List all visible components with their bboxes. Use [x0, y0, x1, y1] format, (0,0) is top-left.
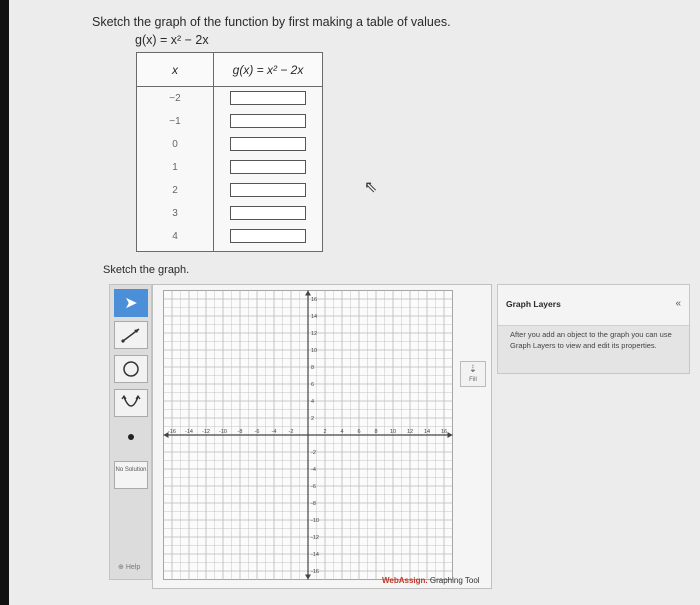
- y-tick-label: -2: [311, 450, 316, 456]
- y-tick-label: -16: [311, 569, 319, 575]
- y-tick-label: -12: [311, 535, 319, 541]
- x-value: 3: [172, 208, 178, 219]
- x-values-cell: −2 −1 0 1 2 3 4: [136, 86, 214, 252]
- y-tick-label: 12: [311, 331, 317, 337]
- help-link[interactable]: ⊕ Help: [118, 563, 140, 571]
- x-tick-label: -16: [168, 429, 176, 435]
- graph-canvas[interactable]: -16 -14 -12 -10 -8 -6 -4 -2 2 4 6 8 10 12 14 16 16 14 12 10…: [152, 284, 492, 589]
- x-column-header: x: [136, 52, 214, 87]
- x-tick-label: -10: [219, 429, 227, 435]
- function-definition: g(x) = x² − 2x: [135, 33, 209, 47]
- y-tick-label: -4: [311, 467, 316, 473]
- g-answer-input[interactable]: [230, 160, 306, 174]
- x-tick-label: 4: [340, 429, 343, 435]
- x-tick-label: 14: [424, 429, 430, 435]
- brand-name: WebAssign.: [382, 576, 428, 585]
- x-value: 1: [172, 162, 178, 173]
- y-tick-label: 2: [311, 416, 314, 422]
- left-edge-bar: [0, 0, 9, 605]
- help-label: Help: [125, 564, 141, 571]
- fill-bucket-icon: ⇣: [468, 364, 478, 375]
- x-tick-label: 12: [407, 429, 413, 435]
- parabola-icon[interactable]: [114, 389, 148, 417]
- y-tick-label: -8: [311, 501, 316, 507]
- x-tick-label: -6: [255, 429, 260, 435]
- y-tick-label: 10: [311, 348, 317, 354]
- x-value: −1: [169, 116, 181, 127]
- point-icon[interactable]: [114, 423, 148, 451]
- y-tick-label: -6: [311, 484, 316, 490]
- fill-label: Fill: [469, 377, 477, 383]
- graph-layers-panel: Graph Layers « After you add an object t…: [497, 284, 690, 374]
- sketch-label: Sketch the graph.: [103, 264, 190, 276]
- x-value: 2: [172, 185, 178, 196]
- x-tick-label: 16: [441, 429, 447, 435]
- y-tick-label: 6: [311, 382, 314, 388]
- coordinate-grid[interactable]: -16 -14 -12 -10 -8 -6 -4 -2 2 4 6 8 10 12 14 16 16 14 12 10…: [153, 285, 493, 590]
- x-tick-label: -2: [289, 429, 294, 435]
- g-answers-cell: [213, 86, 323, 252]
- help-icon: ⊕: [118, 564, 126, 571]
- y-tick-label: -14: [311, 552, 319, 558]
- x-value: 0: [172, 139, 178, 150]
- g-answer-input[interactable]: [230, 137, 306, 151]
- values-table: x g(x) = x² − 2x −2 −1 0 1 2 3 4: [136, 52, 323, 252]
- collapse-panel-icon[interactable]: «: [675, 298, 681, 309]
- y-tick-label: 8: [311, 365, 314, 371]
- fill-button[interactable]: ⇣ Fill: [460, 361, 486, 387]
- g-column-header: g(x) = x² − 2x: [213, 52, 323, 87]
- g-answer-input[interactable]: [230, 91, 306, 105]
- no-solution-button[interactable]: No Solution: [114, 461, 148, 489]
- x-value: −2: [169, 93, 181, 104]
- x-tick-label: 8: [374, 429, 377, 435]
- graph-layers-header: Graph Layers «: [498, 285, 689, 326]
- graph-layers-title: Graph Layers: [506, 299, 561, 309]
- y-tick-label: 14: [311, 314, 317, 320]
- x-tick-label: -8: [238, 429, 243, 435]
- g-answer-input[interactable]: [230, 183, 306, 197]
- y-tick-label: 4: [311, 399, 314, 405]
- brand-tool: Graphing Tool: [429, 576, 480, 585]
- line-segment-icon[interactable]: [114, 321, 148, 349]
- x-tick-label: -12: [202, 429, 210, 435]
- y-tick-label: 16: [311, 297, 317, 303]
- graph-toolbox: ➤ No Solution ⊕ Help: [109, 284, 152, 580]
- g-answer-input[interactable]: [230, 229, 306, 243]
- g-answer-input[interactable]: [230, 206, 306, 220]
- x-tick-label: 2: [323, 429, 326, 435]
- graph-layers-description: After you add an object to the graph you…: [510, 330, 672, 350]
- x-tick-label: 6: [357, 429, 360, 435]
- y-tick-label: -10: [311, 518, 319, 524]
- g-answer-input[interactable]: [230, 114, 306, 128]
- circle-icon[interactable]: [114, 355, 148, 383]
- problem-prompt: Sketch the graph of the function by firs…: [92, 15, 451, 29]
- x-tick-label: 10: [390, 429, 396, 435]
- pointer-icon[interactable]: ➤: [114, 289, 148, 317]
- webassign-branding: WebAssign. Graphing Tool: [382, 576, 480, 585]
- x-value: 4: [172, 231, 178, 242]
- x-tick-label: -14: [185, 429, 193, 435]
- mouse-cursor-icon: ⇖: [364, 179, 378, 196]
- x-tick-label: -4: [272, 429, 277, 435]
